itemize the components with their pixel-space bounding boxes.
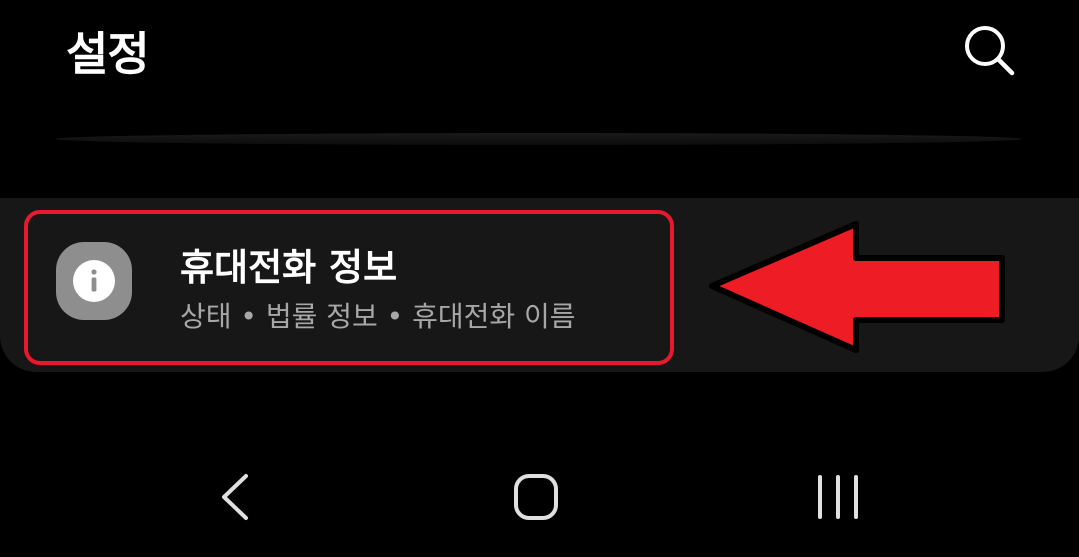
search-button[interactable] (958, 20, 1020, 82)
settings-screen: 설정 휴대전화 정보 상태 • 법률 정보 • 휴대전화 이름 (0, 0, 1079, 557)
back-icon (222, 474, 248, 520)
nav-recents-button[interactable] (810, 462, 866, 532)
home-icon (514, 474, 558, 520)
page-title: 설정 (66, 27, 150, 81)
settings-item-title: 휴대전화 정보 (180, 246, 398, 289)
settings-item-subtitle: 상태 • 법률 정보 • 휴대전화 이름 (180, 300, 576, 333)
settings-list-edge (56, 133, 1022, 145)
recents-icon (818, 475, 858, 519)
nav-back-button[interactable] (210, 462, 260, 532)
red-arrow-annotation (709, 221, 1005, 353)
nav-home-button[interactable] (506, 462, 566, 532)
search-icon (965, 26, 1015, 76)
